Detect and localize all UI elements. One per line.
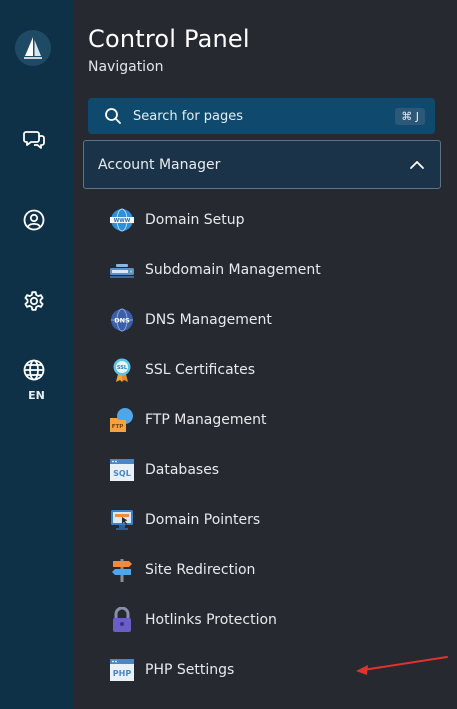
page-subtitle: Navigation <box>88 59 164 75</box>
search-icon <box>104 107 122 125</box>
page-title: Control Panel <box>88 25 250 53</box>
dns-globe-icon: DNS <box>109 307 135 333</box>
annotation-arrow-icon <box>356 656 448 675</box>
svg-text:SQL: SQL <box>113 469 131 478</box>
ssl-badge-icon: SSL <box>109 357 135 383</box>
menu-item-label: SSL Certificates <box>145 362 256 378</box>
menu-item-ssl-certificates[interactable]: SSL SSL Certificates <box>109 354 409 386</box>
sailboat-logo-icon[interactable] <box>15 30 51 66</box>
language-label[interactable]: EN <box>0 389 73 402</box>
menu-item-label: DNS Management <box>145 312 272 328</box>
svg-text:WWW: WWW <box>114 218 131 224</box>
menu-item-label: FTP Management <box>145 412 267 428</box>
menu-item-subdomain-management[interactable]: Subdomain Management <box>109 254 409 286</box>
menu-item-label: Subdomain Management <box>145 262 321 278</box>
gear-icon[interactable] <box>18 285 50 317</box>
menu-item-site-redirection[interactable]: Site Redirection <box>109 554 409 586</box>
menu-item-domain-pointers[interactable]: Domain Pointers <box>109 504 409 536</box>
account-manager-group[interactable]: Account Manager <box>83 140 441 189</box>
menu-item-label: Databases <box>145 462 220 478</box>
www-globe-icon: WWW <box>109 207 135 233</box>
menu-item-domain-setup[interactable]: WWW Domain Setup <box>109 204 409 236</box>
signpost-icon <box>109 557 135 583</box>
server-rack-icon <box>109 257 135 283</box>
menu-item-label: Site Redirection <box>145 562 256 578</box>
search-bar[interactable]: Search for pages ⌘ J <box>88 98 435 134</box>
svg-text:FTP: FTP <box>112 424 124 430</box>
menu-item-label: Domain Setup <box>145 212 245 228</box>
menu-item-dns-management[interactable]: DNS DNS Management <box>109 304 409 336</box>
keyboard-shortcut-badge: ⌘ J <box>395 107 425 125</box>
php-window-icon: PHP <box>109 657 135 683</box>
globe-icon[interactable] <box>18 354 50 386</box>
padlock-icon <box>109 607 135 633</box>
sql-window-icon: SQL <box>109 457 135 483</box>
svg-text:SSL: SSL <box>117 365 128 371</box>
menu-item-label: Hotlinks Protection <box>145 612 277 628</box>
svg-text:DNS: DNS <box>114 317 130 325</box>
monitor-pointer-icon <box>109 507 135 533</box>
icon-rail: EN <box>0 0 73 709</box>
menu-item-hotlinks-protection[interactable]: Hotlinks Protection <box>109 604 409 636</box>
chevron-up-icon[interactable] <box>408 156 426 174</box>
chat-icon[interactable] <box>18 123 50 155</box>
menu-item-ftp-management[interactable]: FTP FTP Management <box>109 404 409 436</box>
navigation-panel: Control Panel Navigation Search for page… <box>73 0 457 709</box>
ftp-folder-icon: FTP <box>109 407 135 433</box>
menu-item-label: Domain Pointers <box>145 512 261 528</box>
user-icon[interactable] <box>18 204 50 236</box>
svg-text:PHP: PHP <box>113 669 132 678</box>
menu-item-label: PHP Settings <box>145 662 235 678</box>
search-input[interactable]: Search for pages <box>133 109 395 124</box>
menu-item-databases[interactable]: SQL Databases <box>109 454 409 486</box>
group-label: Account Manager <box>98 156 221 173</box>
